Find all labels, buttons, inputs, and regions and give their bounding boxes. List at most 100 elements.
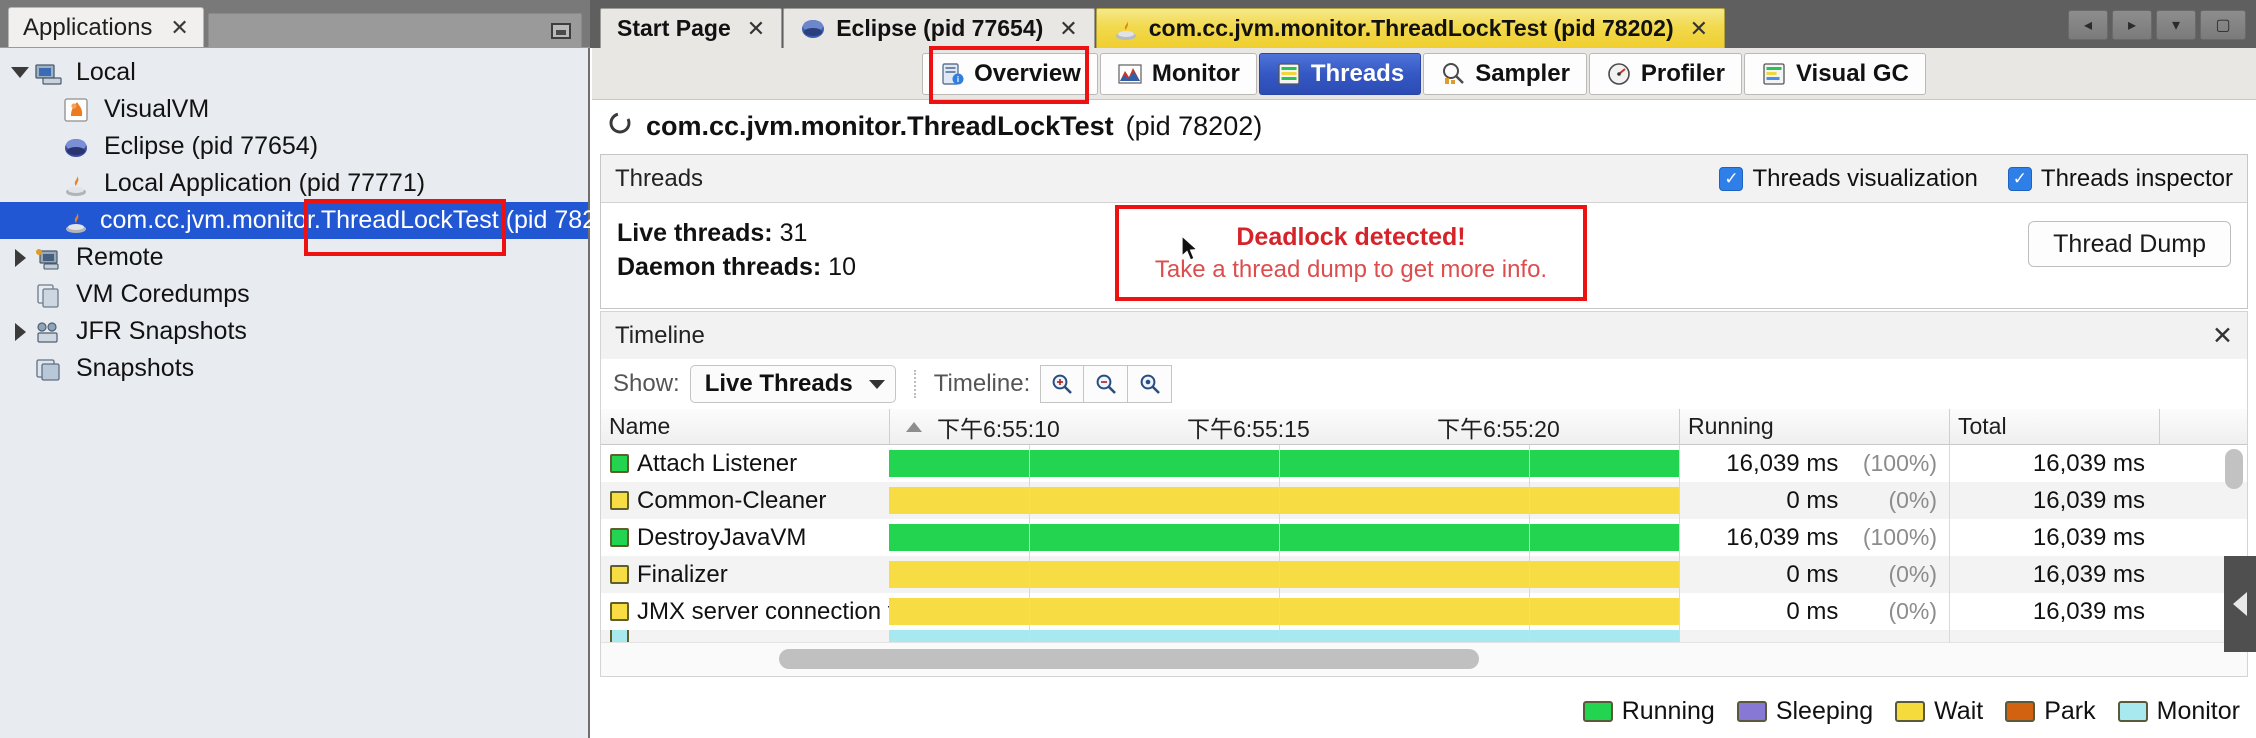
table-row[interactable]: Finalizer 0 ms (0%) 16,039 ms xyxy=(601,556,2247,593)
profiler-icon xyxy=(1606,61,1632,87)
java-icon xyxy=(1113,16,1139,42)
tab-threadlocktest[interactable]: com.cc.jvm.monitor.ThreadLockTest (pid 7… xyxy=(1095,8,1726,48)
visualvm-window: Applications ✕ Start Page ✕ Eclipse (pid… xyxy=(0,0,2256,738)
zoom-out-icon[interactable] xyxy=(1084,365,1129,403)
running-cell: 0 ms (0%) xyxy=(1679,556,1949,593)
tab-overview[interactable]: i Overview xyxy=(922,52,1098,95)
tab-visual-gc[interactable]: Visual GC xyxy=(1743,52,1926,95)
sidebar-item-jfr-snapshots[interactable]: JFR Snapshots xyxy=(0,313,588,350)
sidebar-item-visualvm[interactable]: VisualVM xyxy=(0,91,588,128)
column-header-name[interactable]: Name xyxy=(601,409,889,445)
thread-name-cell: JMX server connection timeout 38 xyxy=(601,598,1000,626)
view-tabbar: i Overview Monitor Threads Sampler Profi… xyxy=(592,46,2256,104)
checkbox-threads-inspector[interactable]: ✓ Threads inspector xyxy=(2007,165,2233,193)
total-cell: 16,039 ms xyxy=(1949,519,2159,556)
sort-indicator[interactable] xyxy=(889,408,929,445)
bar-running xyxy=(889,450,1679,477)
running-cell: 16,039 ms (100%) xyxy=(1679,519,1949,556)
bar-wait xyxy=(889,598,1679,625)
applications-tree: Local VisualVM Eclipse (pid 77654) Local… xyxy=(0,48,632,738)
prev-tab-button[interactable]: ◂ xyxy=(2068,10,2108,40)
show-label: Show: xyxy=(613,370,680,397)
close-icon[interactable]: ✕ xyxy=(2212,321,2233,351)
minimize-window-icon[interactable] xyxy=(551,22,571,39)
bar-running xyxy=(889,524,1679,551)
window-controls: ◂ ▸ ▾ ▢ xyxy=(2068,10,2246,40)
table-row[interactable]: Common-Cleaner 0 ms (0%) 16,039 ms xyxy=(601,482,2247,519)
deadlock-hint: Take a thread dump to get more info. xyxy=(1154,255,1548,283)
sidebar-item-eclipse[interactable]: Eclipse (pid 77654) xyxy=(0,128,588,165)
running-ms: 16,039 ms xyxy=(1726,524,1839,551)
tab-threads[interactable]: Threads xyxy=(1258,52,1422,95)
close-icon[interactable]: ✕ xyxy=(170,15,188,41)
checkbox-icon[interactable]: ✓ xyxy=(1719,166,1744,191)
legend-swatch xyxy=(1736,701,1767,722)
collapse-sidebar-button[interactable] xyxy=(2224,556,2256,652)
scrollbar-thumb[interactable] xyxy=(779,649,1479,669)
tab-monitor[interactable]: Monitor xyxy=(1099,52,1257,95)
sidebar-item-local-application[interactable]: Local Application (pid 77771) xyxy=(0,165,588,202)
column-header-total[interactable]: Total xyxy=(1949,408,2159,445)
running-cell: 16,039 ms (100%) xyxy=(1679,445,1949,482)
sidebar-item-label: Local Application (pid 77771) xyxy=(104,169,426,197)
sidebar-item-remote[interactable]: Remote xyxy=(0,239,588,276)
tab-sampler[interactable]: Sampler xyxy=(1423,52,1587,95)
legend-item-wait: Wait xyxy=(1895,697,1983,726)
sidebar-item-threadlocktest[interactable]: com.cc.jvm.monitor.ThreadLockTest (pid 7… xyxy=(0,202,632,239)
zoom-fit-icon[interactable] xyxy=(1128,365,1173,403)
legend-item-running: Running xyxy=(1582,697,1715,726)
close-icon[interactable]: ✕ xyxy=(747,16,765,42)
running-percent: (100%) xyxy=(1862,450,1937,476)
tab-profiler[interactable]: Profiler xyxy=(1588,52,1742,95)
chevron-down-icon[interactable] xyxy=(868,379,885,389)
legend-swatch xyxy=(2117,701,2148,722)
legend-label: Sleeping xyxy=(1775,697,1874,725)
total-cell xyxy=(1949,630,2159,642)
java-icon xyxy=(62,206,92,236)
tab-monitor-label: Monitor xyxy=(1151,59,1240,87)
document-tab-strip: Start Page ✕ Eclipse (pid 77654) ✕ com.c… xyxy=(590,0,2256,48)
table-row[interactable]: JMX server connection timeout 38 0 ms (0… xyxy=(601,593,2247,630)
sidebar-item-label: JFR Snapshots xyxy=(76,317,247,345)
sidebar-item-vm-coredumps[interactable]: VM Coredumps xyxy=(0,276,588,313)
bar-monitor xyxy=(889,630,1679,642)
table-header: Name 下午6:55:10 下午6:55:15 下午6:55:20 Runni… xyxy=(601,408,2247,445)
checkbox-icon[interactable]: ✓ xyxy=(2007,166,2032,191)
checkbox-threads-visualization[interactable]: ✓ Threads visualization xyxy=(1719,165,1978,193)
show-threads-select[interactable]: Live Threads xyxy=(689,365,896,403)
state-swatch-running xyxy=(610,528,629,547)
threads-panel-header: Threads ✓ Threads visualization ✓ Thread… xyxy=(601,155,2247,203)
close-icon[interactable]: ✕ xyxy=(1690,16,1708,42)
tab-eclipse[interactable]: Eclipse (pid 77654) ✕ xyxy=(783,8,1095,48)
running-percent: (0%) xyxy=(1888,598,1937,624)
scrollbar-thumb[interactable] xyxy=(2225,449,2243,489)
sidebar-item-local[interactable]: Local xyxy=(0,54,588,91)
chevron-down-icon[interactable] xyxy=(6,67,34,78)
daemon-threads-label: Daemon threads: xyxy=(617,252,822,281)
column-header-running[interactable]: Running xyxy=(1679,408,1949,445)
table-row[interactable]: DestroyJavaVM 16,039 ms (100%) 16,039 ms xyxy=(601,519,2247,556)
column-header-extra xyxy=(2159,408,2189,445)
eclipse-icon xyxy=(62,132,96,162)
horizontal-scrollbar[interactable] xyxy=(601,642,2247,676)
zoom-in-icon[interactable] xyxy=(1040,365,1085,403)
legend-label: Monitor xyxy=(2156,697,2240,725)
busy-spinner-icon xyxy=(606,109,634,144)
table-row-partial[interactable] xyxy=(601,630,2247,642)
table-row[interactable]: Attach Listener 16,039 ms (100%) 16,039 … xyxy=(601,445,2247,482)
java-icon xyxy=(62,169,96,199)
next-tab-button[interactable]: ▸ xyxy=(2112,10,2152,40)
tab-list-dropdown-button[interactable]: ▾ xyxy=(2156,10,2196,40)
chevron-right-icon[interactable] xyxy=(6,322,34,341)
tab-overview-label: Overview xyxy=(974,59,1081,87)
sidebar-item-label: VisualVM xyxy=(104,95,210,123)
tab-applications[interactable]: Applications ✕ xyxy=(8,7,204,47)
sidebar-item-snapshots[interactable]: Snapshots xyxy=(0,350,588,387)
legend-swatch xyxy=(1582,701,1613,722)
running-cell: 0 ms (0%) xyxy=(1679,482,1949,519)
tab-start-page[interactable]: Start Page ✕ xyxy=(600,8,783,48)
close-icon[interactable]: ✕ xyxy=(1059,16,1077,42)
thread-dump-button[interactable]: Thread Dump xyxy=(2028,221,2231,267)
maximize-window-button[interactable]: ▢ xyxy=(2200,10,2246,40)
chevron-right-icon[interactable] xyxy=(6,248,34,267)
